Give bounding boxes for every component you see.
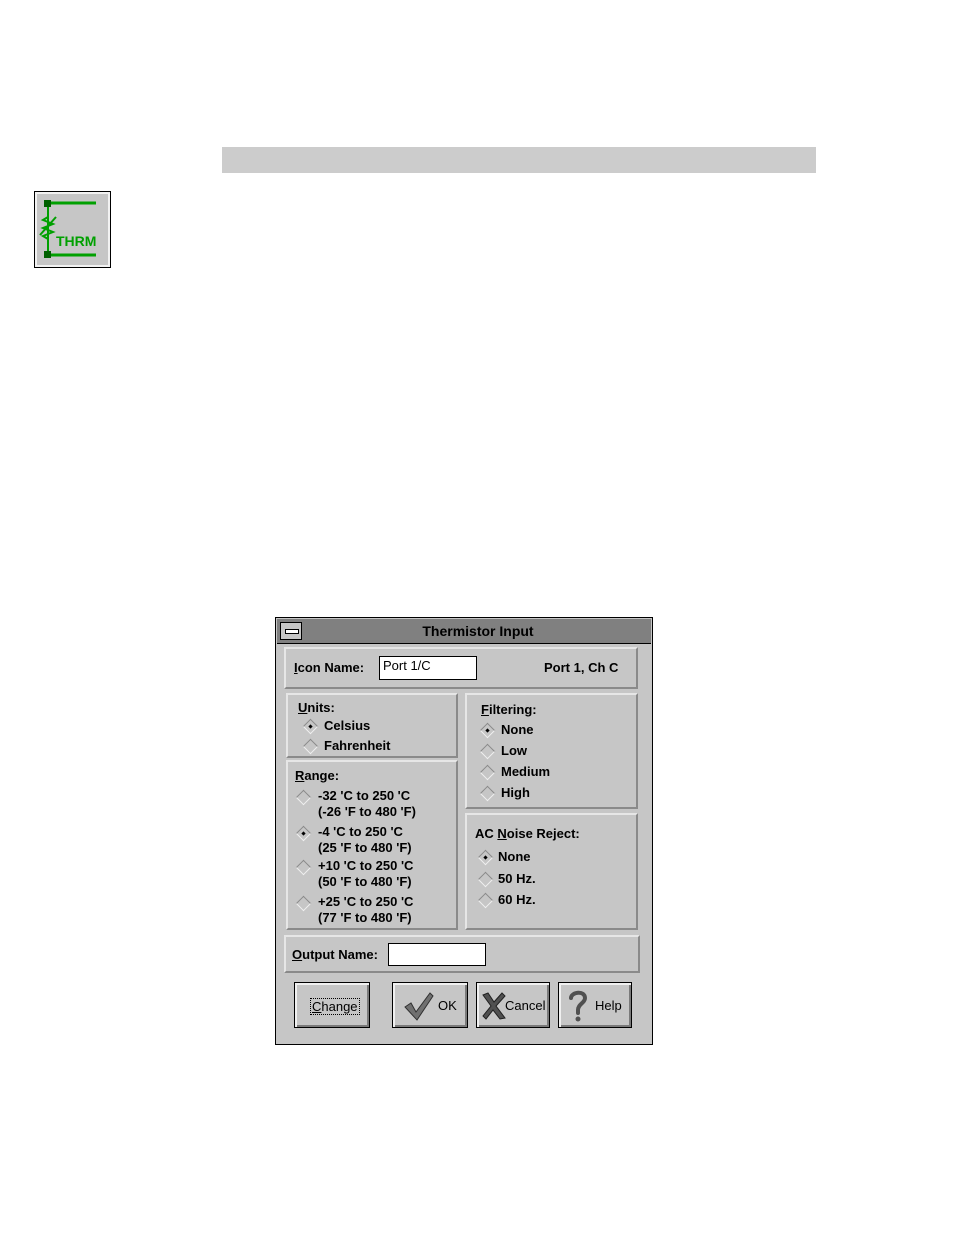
radio-noise-none[interactable] (477, 849, 494, 866)
output-name-panel: Output Name: (284, 935, 640, 973)
radio-celsius[interactable] (302, 718, 319, 735)
icon-name-value: Port 1/C (383, 658, 431, 673)
units-option-label: Fahrenheit (324, 738, 391, 753)
radio-range-1[interactable] (295, 789, 312, 806)
checkmark-icon (404, 992, 434, 1021)
range-fahrenheit-text: (77 'F to 480 'F) (318, 910, 412, 925)
ok-button-label: OK (438, 998, 457, 1013)
radio-filter-high[interactable] (479, 785, 496, 802)
units-panel: Units: Celsius Fahrenheit (286, 693, 458, 758)
help-button-label: Help (595, 998, 622, 1013)
range-celsius-text: +10 'C to 250 'C (318, 858, 414, 873)
filtering-option-label: High (501, 785, 530, 800)
thermistor-input-dialog: Thermistor Input Icon Name: Port 1/C Por… (275, 617, 653, 1045)
output-name-label: Output Name: (292, 947, 378, 962)
section-header-bar (222, 147, 816, 173)
noise-option-label: 60 Hz. (498, 892, 536, 907)
units-label: Units: (298, 700, 335, 715)
filtering-option-label: Low (501, 743, 527, 758)
icon-name-input[interactable]: Port 1/C (379, 656, 477, 680)
change-button[interactable]: Change (294, 982, 370, 1028)
dialog-title: Thermistor Input (422, 623, 534, 639)
noise-reject-label: AC Noise Reject: (475, 826, 580, 841)
icon-name-panel: Icon Name: Port 1/C Port 1, Ch C (284, 647, 638, 689)
output-name-input[interactable] (388, 943, 486, 966)
thermistor-icon[interactable]: THRM (34, 191, 111, 268)
range-fahrenheit-text: (25 'F to 480 'F) (318, 840, 412, 855)
radio-fahrenheit[interactable] (302, 738, 319, 755)
thermistor-icon-label: THRM (56, 233, 96, 249)
filtering-panel: Filtering: None Low Medium High (465, 693, 638, 809)
help-button[interactable]: Help (558, 982, 632, 1028)
cancel-button[interactable]: Cancel (476, 982, 550, 1028)
range-celsius-text: -32 'C to 250 'C (318, 788, 411, 803)
radio-range-4[interactable] (295, 895, 312, 912)
units-option-label: Celsius (324, 718, 371, 733)
icon-name-label: Icon Name: (294, 660, 365, 675)
radio-filter-medium[interactable] (479, 764, 496, 781)
system-menu-button[interactable] (280, 622, 302, 640)
radio-noise-50hz[interactable] (477, 871, 494, 888)
noise-option-label: None (498, 849, 531, 864)
radio-noise-60hz[interactable] (477, 892, 494, 909)
range-celsius-text: +25 'C to 250 'C (318, 894, 414, 909)
filtering-option-label: None (501, 722, 534, 737)
noise-option-label: 50 Hz. (498, 871, 536, 886)
radio-range-3[interactable] (295, 859, 312, 876)
radio-filter-none[interactable] (479, 722, 496, 739)
range-panel: Range: -32 'C to 250 'C (-26 'F to 480 '… (286, 760, 458, 930)
filtering-option-label: Medium (501, 764, 551, 779)
range-fahrenheit-text: (-26 'F to 480 'F) (318, 804, 416, 819)
cancel-button-label: Cancel (505, 998, 546, 1013)
title-bar: Thermistor Input (277, 619, 651, 644)
question-mark-icon (569, 990, 588, 1022)
port-info: Port 1, Ch C (544, 660, 619, 675)
range-label: Range: (295, 768, 340, 783)
ok-button[interactable]: OK (392, 982, 468, 1028)
radio-range-2[interactable] (295, 825, 312, 842)
change-button-label: Change (310, 998, 360, 1015)
radio-filter-low[interactable] (479, 743, 496, 760)
system-menu-icon (285, 629, 299, 634)
range-fahrenheit-text: (50 'F to 480 'F) (318, 874, 412, 889)
noise-reject-panel: AC Noise Reject: None 50 Hz. 60 Hz. (465, 813, 638, 930)
range-celsius-text: -4 'C to 250 'C (318, 824, 403, 839)
filtering-label: Filtering: (481, 702, 537, 717)
x-icon (482, 992, 506, 1020)
